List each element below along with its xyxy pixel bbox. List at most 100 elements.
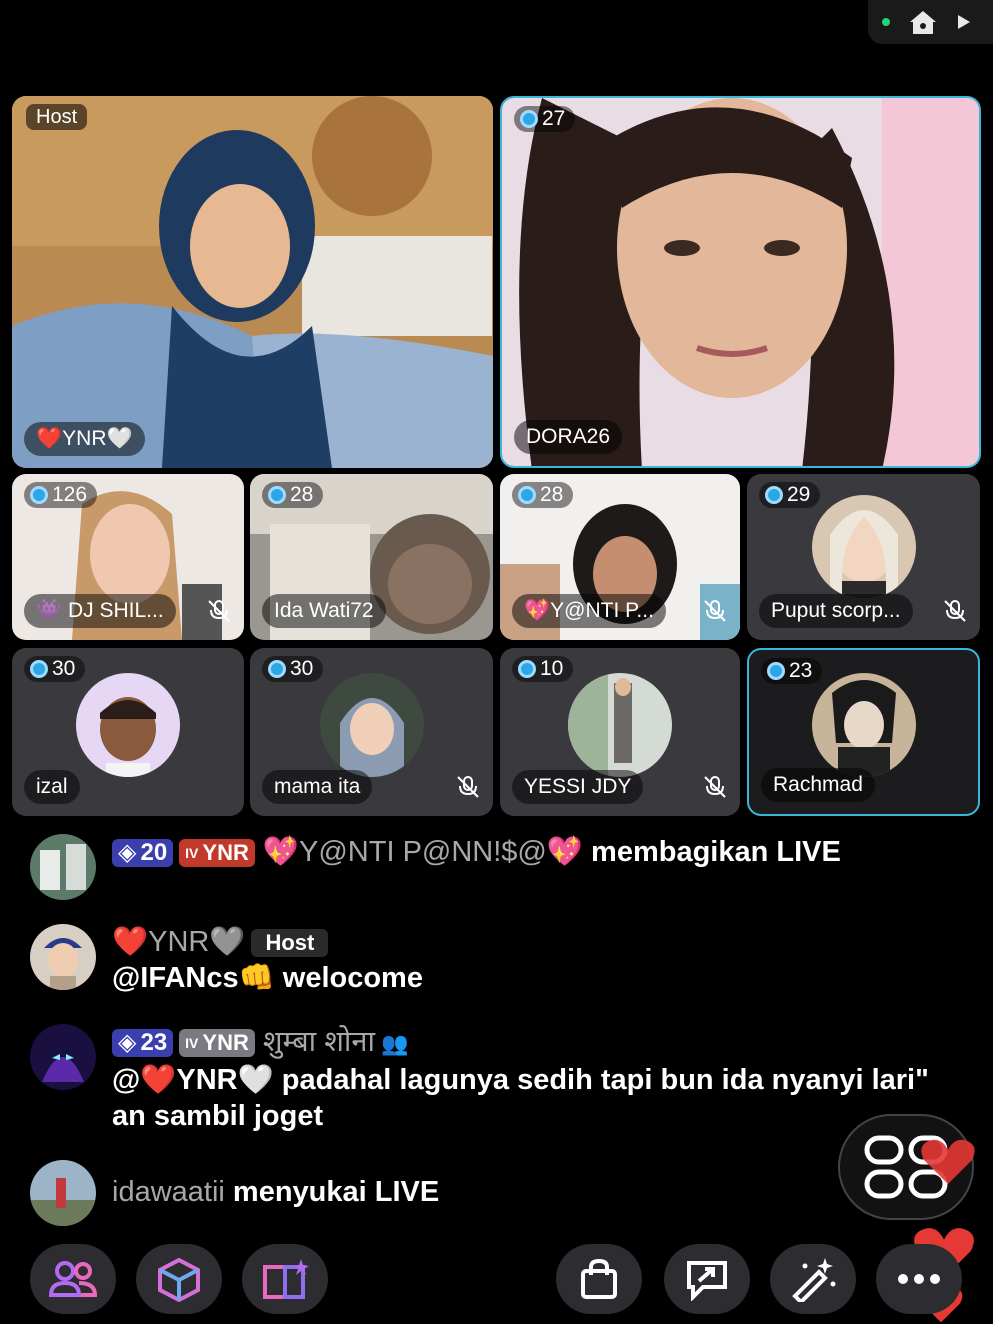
people-icon	[49, 1261, 97, 1297]
effects-button[interactable]	[136, 1244, 222, 1314]
level-number: 20	[140, 839, 168, 867]
heart-tier-icon: IV	[185, 845, 199, 862]
magic-wand-icon	[792, 1258, 836, 1302]
comment-body: ◈ 20 IV YNR 💖Y@NTI P@NN!$@💖 membagikan LIVE	[112, 834, 932, 870]
guests-button[interactable]	[30, 1244, 116, 1314]
viewer-count-chip: 126	[24, 482, 98, 508]
guest-tile-4[interactable]: 29 Puput scorp...	[747, 474, 980, 640]
comment-text: menyukai LIVE	[232, 1176, 440, 1208]
tile-name[interactable]: Rachmad	[761, 768, 875, 802]
tile-count: 30	[290, 657, 314, 680]
comment-text: @IFANcs👊 welocome	[112, 962, 423, 994]
share-chat-icon	[687, 1261, 727, 1301]
guest-avatar	[319, 673, 424, 778]
guest-avatar	[811, 495, 916, 600]
viewer-count-chip: 30	[24, 656, 86, 682]
comment-item[interactable]: ◈ 23 IV YNR शुम्बा शोना 👥 @❤️YNR🤍 padahal l…	[30, 1024, 960, 1134]
tile-count: 30	[52, 657, 76, 680]
tile-count: 28	[290, 483, 314, 506]
viewer-count-chip: 29	[759, 482, 821, 508]
guest-tile-1[interactable]: 126 👾 DJ SHIL...	[12, 474, 244, 640]
tile-count: 29	[787, 483, 811, 506]
guest-tile-3[interactable]: 28 💖Y@NTI P...	[500, 474, 740, 640]
host-label: Host	[26, 104, 88, 130]
live-status-dot	[882, 18, 890, 26]
album-button[interactable]	[242, 1244, 328, 1314]
tile-name[interactable]: mama ita	[262, 770, 373, 804]
gem-icon	[268, 486, 286, 504]
gem-icon	[30, 486, 48, 504]
tile-count: 28	[540, 483, 564, 506]
comment-item[interactable]: ◈ 20 IV YNR 💖Y@NTI P@NN!$@💖 membagikan LIVE	[30, 834, 960, 904]
comment-body: ❤️YNR🩶 Host @IFANcs👊 welocome	[112, 924, 932, 996]
magic-button[interactable]	[770, 1244, 856, 1314]
tile-count: 23	[789, 659, 813, 682]
play-icon[interactable]	[956, 13, 972, 31]
tile-name[interactable]: Ida Wati72	[262, 594, 386, 628]
commenter-avatar[interactable]	[30, 834, 96, 900]
fan-badge: IV YNR	[179, 1029, 255, 1058]
gem-icon	[518, 486, 536, 504]
fan-badge-label: YNR	[202, 1030, 249, 1056]
commenter-avatar[interactable]	[30, 1024, 96, 1090]
viewer-count-chip: 30	[262, 656, 324, 682]
viewer-count-chip: 28	[512, 482, 574, 508]
guest-tile-7[interactable]: 10 YESSI JDY	[500, 648, 740, 816]
mic-muted-icon	[704, 600, 726, 622]
featured-count: 27	[542, 107, 566, 130]
comment-username[interactable]: 💖Y@NTI P@NN!$@💖	[263, 836, 583, 868]
gem-icon	[520, 110, 538, 128]
comment-username[interactable]: ❤️YNR🩶	[112, 926, 245, 958]
tile-name[interactable]: izal	[24, 770, 80, 804]
gem-icon	[268, 660, 286, 678]
level-badge: ◈ 20	[112, 839, 174, 868]
featured-name[interactable]: DORA26	[514, 420, 623, 454]
tile-name[interactable]: YESSI JDY	[512, 770, 644, 804]
diamond-icon: ◈	[118, 839, 137, 867]
tile-name[interactable]: 💖Y@NTI P...	[512, 594, 666, 628]
comment-body: ◈ 23 IV YNR शुम्बा शोना 👥 @❤️YNR🤍 padahal l…	[112, 1024, 932, 1134]
heart-reaction-icon	[921, 1139, 975, 1184]
comment-item[interactable]: ❤️YNR🩶 Host @IFANcs👊 welocome	[30, 924, 960, 994]
tile-name[interactable]: 👾 DJ SHIL...	[24, 594, 176, 628]
home-icon[interactable]	[908, 9, 938, 35]
comment-username[interactable]: शुम्बा शोना	[263, 1026, 375, 1058]
cube-icon	[158, 1257, 200, 1302]
comment-body: idawaatii menyukai LIVE	[112, 1174, 932, 1210]
viewer-count-chip: 10	[512, 656, 574, 682]
commenter-avatar[interactable]	[30, 924, 96, 990]
comment-username[interactable]: idawaatii	[112, 1176, 225, 1208]
guest-avatar	[568, 673, 672, 778]
featured-video-tile[interactable]: 27 DORA26	[500, 96, 981, 468]
heart-tier-icon: IV	[185, 1035, 199, 1052]
more-button[interactable]	[876, 1244, 962, 1314]
fan-badge: IV YNR	[179, 839, 255, 868]
mic-muted-icon	[704, 776, 726, 798]
gem-icon	[518, 660, 536, 678]
mic-muted-icon	[944, 600, 966, 622]
level-number: 23	[140, 1029, 168, 1057]
top-status-pill[interactable]	[868, 0, 993, 44]
mic-muted-icon	[457, 776, 479, 798]
guest-avatar	[76, 673, 180, 778]
diamond-icon: ◈	[118, 1029, 137, 1057]
shop-button[interactable]	[556, 1244, 642, 1314]
tile-count: 10	[540, 657, 564, 680]
viewer-count-chip: 28	[262, 482, 324, 508]
guest-tile-2[interactable]: 28 Ida Wati72	[250, 474, 493, 640]
commenter-avatar[interactable]	[30, 1160, 96, 1226]
comment-item[interactable]: idawaatii menyukai LIVE	[30, 1160, 960, 1230]
tile-name[interactable]: Puput scorp...	[759, 594, 913, 628]
guest-tile-8[interactable]: 23 Rachmad	[747, 648, 980, 816]
book-star-icon	[263, 1259, 309, 1299]
viewer-count-chip: 23	[761, 658, 823, 684]
guest-tile-6[interactable]: 30 mama ita	[250, 648, 493, 816]
guest-tile-5[interactable]: 30 izal	[12, 648, 244, 816]
host-video-tile[interactable]: Host ❤️YNR🤍	[12, 96, 493, 468]
mic-muted-icon	[208, 600, 230, 622]
gem-icon	[765, 486, 783, 504]
featured-video-feed	[502, 98, 979, 466]
share-button[interactable]	[664, 1244, 750, 1314]
comment-text: membagikan LIVE	[591, 836, 841, 868]
host-name[interactable]: ❤️YNR🤍	[24, 422, 145, 456]
